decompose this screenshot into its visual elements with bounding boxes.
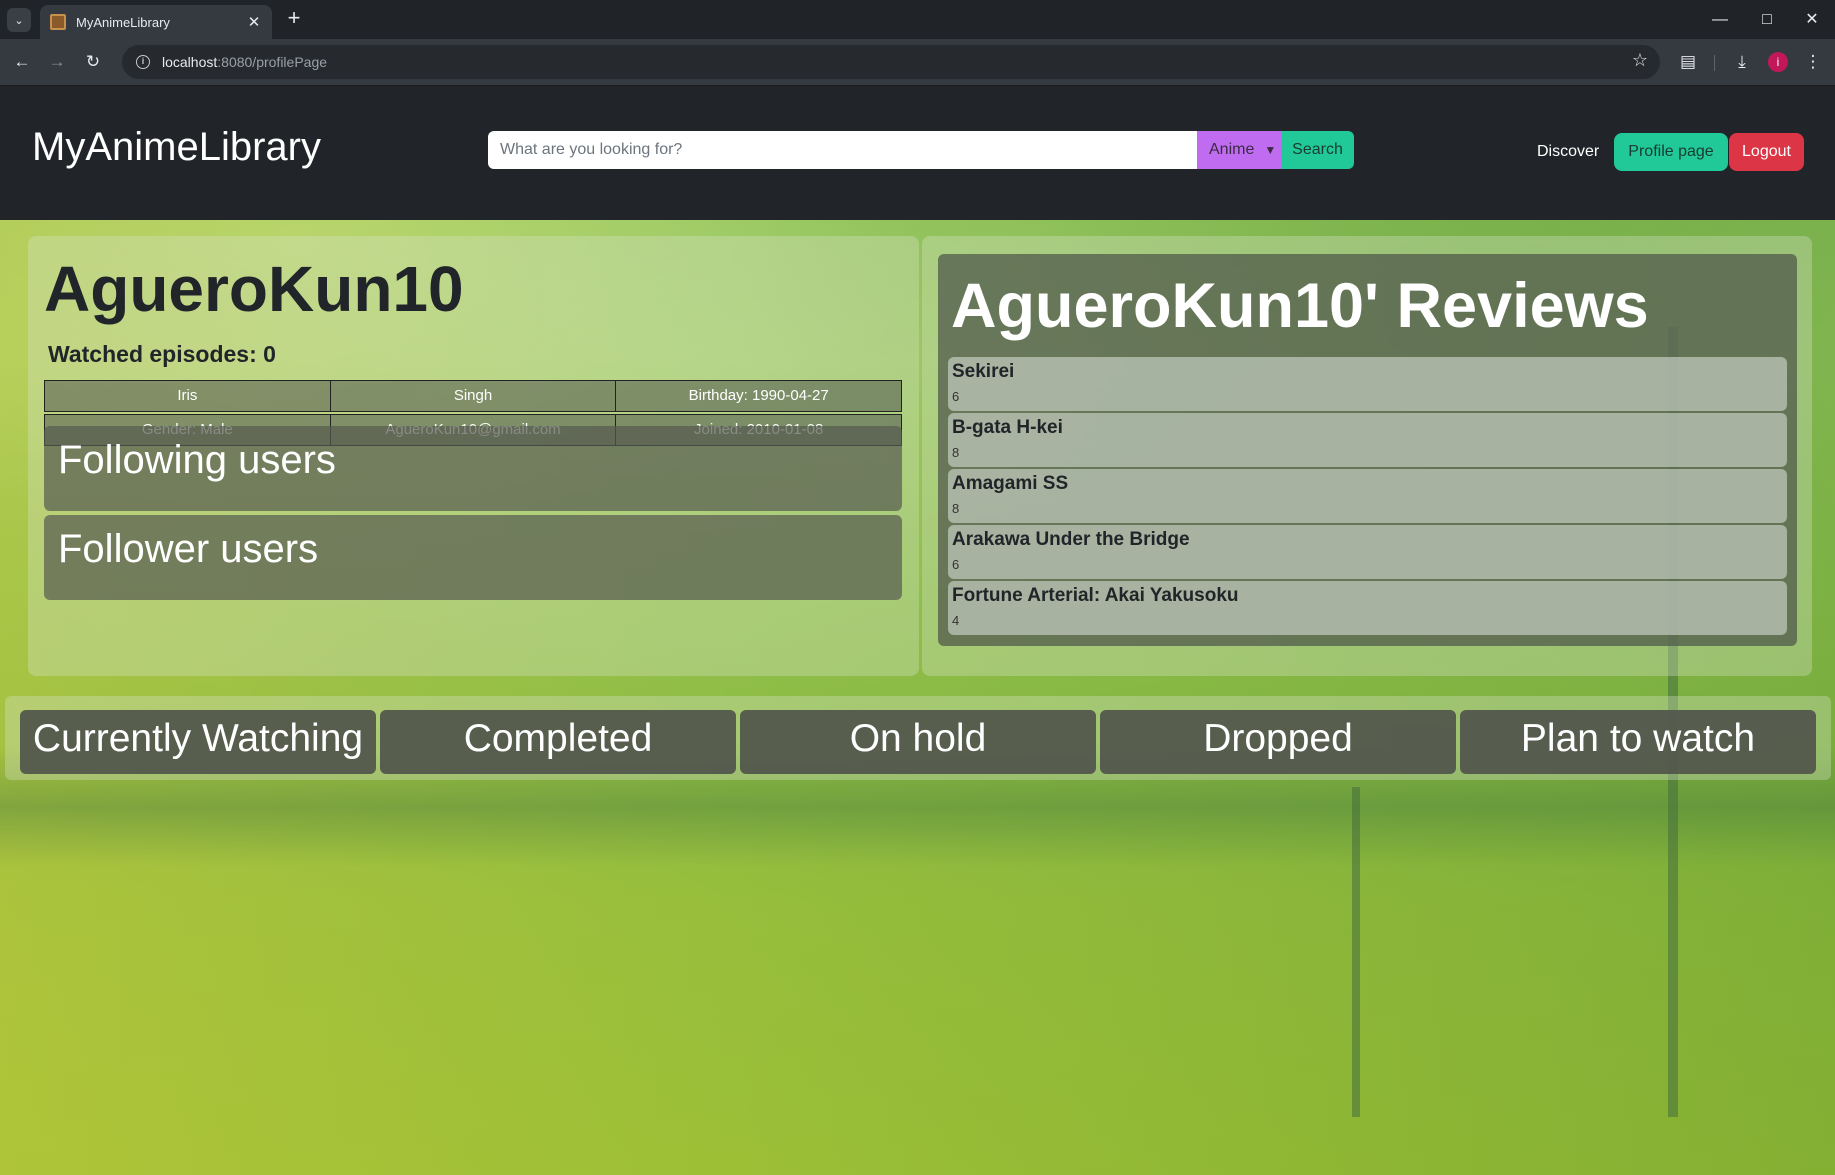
birthday: Birthday: 1990-04-27 (616, 380, 903, 412)
page-content: MyAnimeLibrary Anime ▼ Search Discover P… (0, 87, 1835, 1175)
close-tab-icon[interactable]: ✕ (246, 13, 262, 31)
reviews-container: AgueroKun10' Reviews Sekirei 6 B-gata H-… (938, 254, 1797, 646)
browser-tab[interactable]: MyAnimeLibrary ✕ (40, 5, 272, 39)
list-currently-watching-button[interactable]: Currently Watching (20, 710, 376, 774)
discover-link[interactable]: Discover (1537, 143, 1599, 161)
tab-title: MyAnimeLibrary (76, 14, 170, 30)
review-score: 8 (952, 501, 960, 516)
review-item[interactable]: Fortune Arterial: Akai Yakusoku 4 (948, 581, 1787, 635)
window-close-icon[interactable]: ✕ (1792, 6, 1832, 34)
browser-tab-strip: ⌄ MyAnimeLibrary ✕ + — □ ✕ (0, 0, 1835, 39)
tab-search-icon[interactable]: ⌄ (7, 8, 31, 32)
anime-lists-bar: Currently Watching Completed On hold Dro… (5, 696, 1831, 780)
reload-icon[interactable]: ↻ (80, 49, 106, 75)
search-button[interactable]: Search (1281, 131, 1354, 169)
list-on-hold-button[interactable]: On hold (740, 710, 1096, 774)
site-navbar: MyAnimeLibrary Anime ▼ Search Discover P… (0, 87, 1835, 220)
list-completed-button[interactable]: Completed (380, 710, 736, 774)
favicon-icon (50, 14, 66, 30)
background-lamppost (1352, 787, 1360, 1117)
minimize-icon[interactable]: — (1700, 6, 1740, 34)
review-score: 8 (952, 445, 960, 460)
reviews-panel: AgueroKun10' Reviews Sekirei 6 B-gata H-… (922, 236, 1812, 676)
profile-avatar[interactable]: i (1768, 52, 1788, 72)
review-item[interactable]: Arakawa Under the Bridge 6 (948, 525, 1787, 579)
menu-kebab-icon[interactable]: ⋮ (1800, 49, 1826, 75)
new-tab-icon[interactable]: + (282, 7, 306, 31)
review-title: B-gata H-kei (952, 417, 1063, 438)
review-title: Fortune Arterial: Akai Yakusoku (952, 585, 1239, 606)
review-score: 6 (952, 389, 960, 404)
review-title: Amagami SS (952, 473, 1069, 494)
logout-button[interactable]: Logout (1729, 133, 1804, 171)
watched-episodes: Watched episodes: 0 (48, 341, 276, 367)
forward-icon[interactable]: → (44, 49, 70, 75)
maximize-icon[interactable]: □ (1747, 6, 1787, 34)
bookmark-star-icon[interactable]: ☆ (1632, 50, 1648, 71)
chevron-down-icon: ▼ (1264, 143, 1277, 157)
site-brand[interactable]: MyAnimeLibrary (32, 125, 321, 170)
url-host: localhost (162, 54, 218, 70)
last-name: Singh (330, 380, 617, 412)
list-plan-to-watch-button[interactable]: Plan to watch (1460, 710, 1816, 774)
category-value: Anime (1209, 141, 1255, 158)
back-icon[interactable]: ← (9, 49, 35, 75)
review-item[interactable]: Sekirei 6 (948, 357, 1787, 411)
profile-page-button[interactable]: Profile page (1614, 133, 1728, 171)
extensions-icon[interactable]: ▤ (1675, 49, 1701, 75)
review-item[interactable]: B-gata H-kei 8 (948, 413, 1787, 467)
profile-username: AgueroKun10 (44, 253, 464, 325)
download-icon[interactable]: ⤓ (1729, 49, 1755, 75)
list-dropped-button[interactable]: Dropped (1100, 710, 1456, 774)
review-title: Sekirei (952, 361, 1015, 382)
url-path: :8080/profilePage (217, 54, 328, 70)
search-input[interactable] (488, 131, 1197, 169)
following-users-section[interactable]: Following users (44, 426, 902, 511)
follower-users-section[interactable]: Follower users (44, 515, 902, 600)
address-bar[interactable]: i localhost:8080/profilePage ☆ (122, 45, 1660, 79)
review-item[interactable]: Amagami SS 8 (948, 469, 1787, 523)
first-name: Iris (44, 380, 331, 412)
category-select[interactable]: Anime ▼ (1197, 131, 1281, 169)
info-row: Iris Singh Birthday: 1990-04-27 (44, 380, 903, 412)
review-title: Arakawa Under the Bridge (952, 529, 1190, 550)
site-info-icon[interactable]: i (136, 55, 150, 69)
browser-toolbar: ← → ↻ i localhost:8080/profilePage ☆ ▤ ⤓… (0, 39, 1835, 86)
reviews-title: AgueroKun10' Reviews (951, 271, 1649, 341)
review-score: 4 (952, 613, 960, 628)
review-score: 6 (952, 557, 960, 572)
toolbar-separator (1714, 55, 1715, 71)
profile-panel: AgueroKun10 Watched episodes: 0 Iris Sin… (28, 236, 919, 676)
